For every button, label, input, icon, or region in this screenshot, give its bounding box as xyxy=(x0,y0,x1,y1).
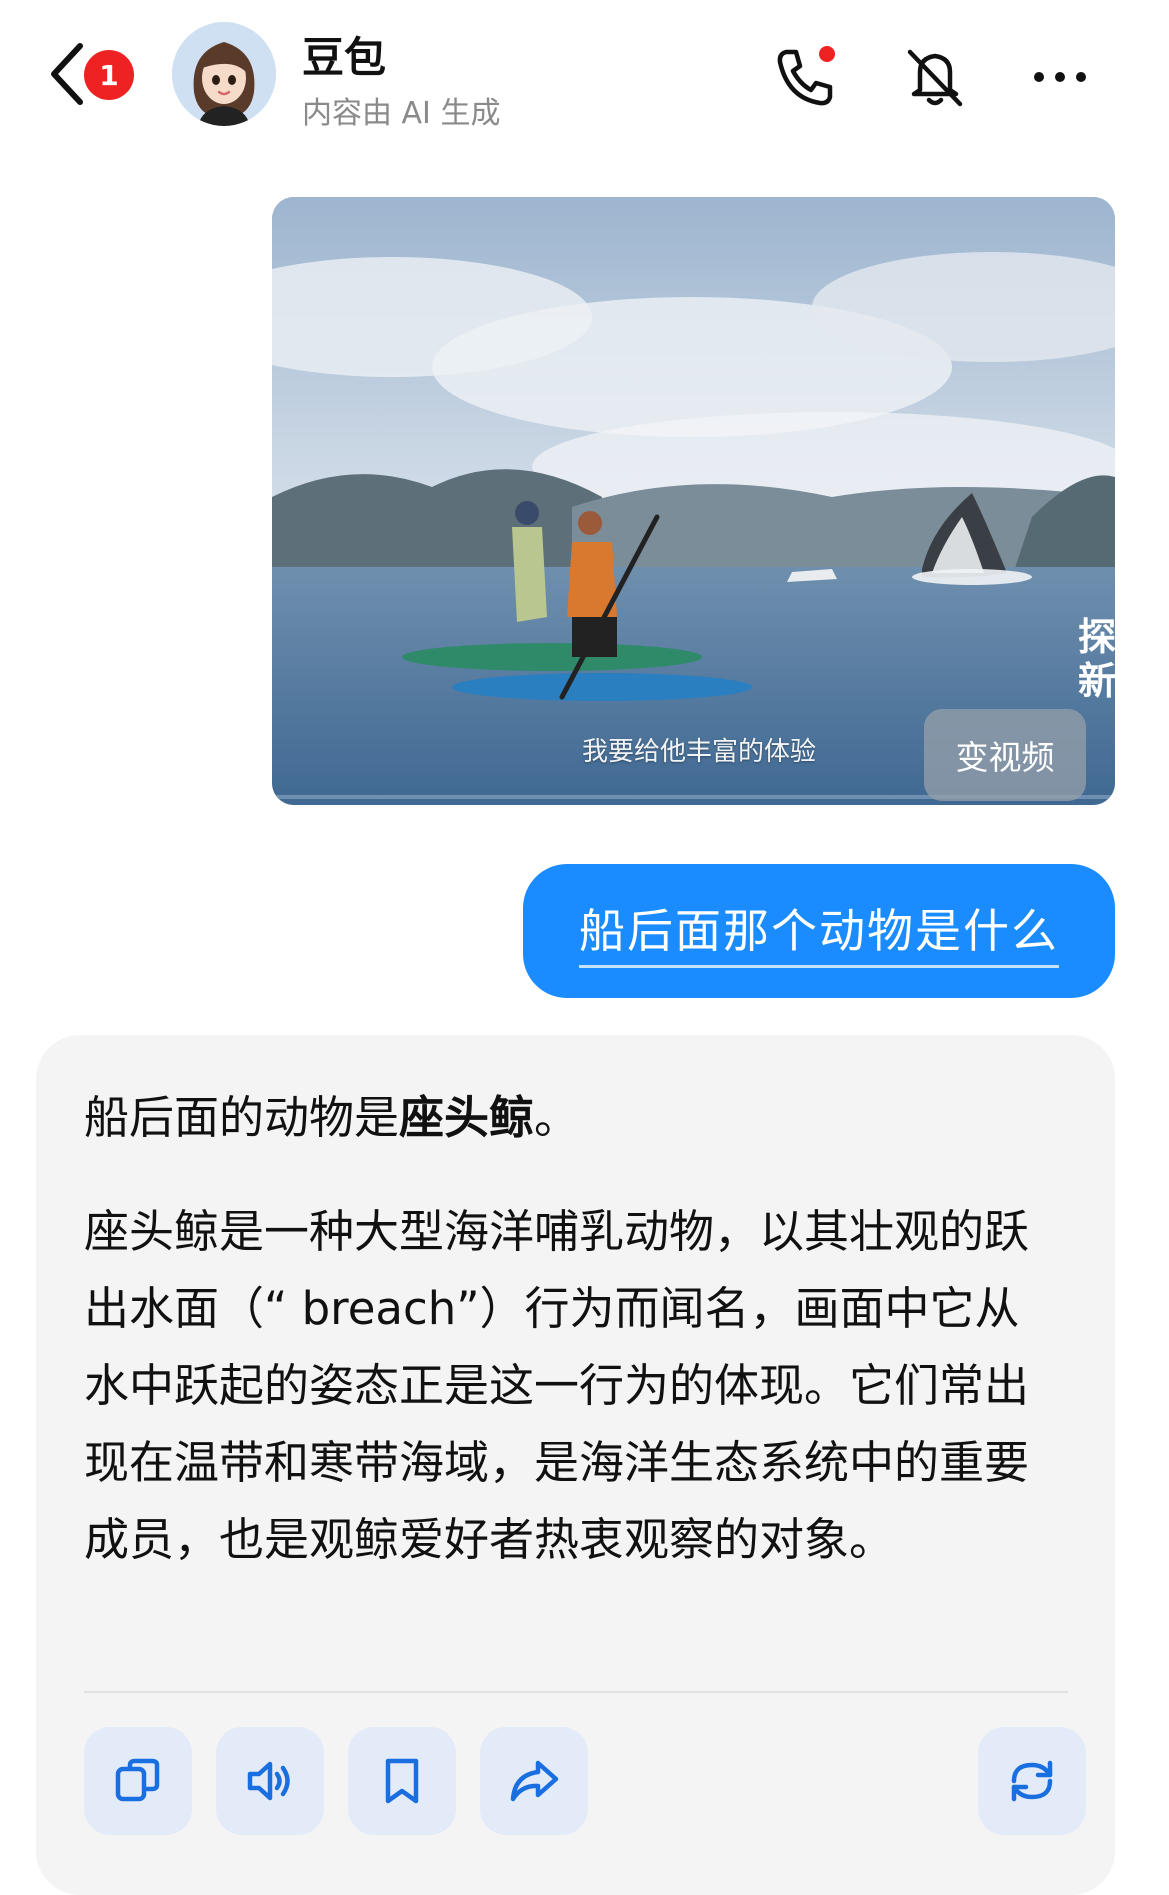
bell-off-icon xyxy=(907,49,963,107)
ai-answer-headline: 船后面的动物是座头鲸。 xyxy=(84,1081,579,1146)
share-button[interactable] xyxy=(480,1727,588,1835)
ai-answer-highlight: 座头鲸 xyxy=(399,1091,535,1144)
ai-response-card: 船后面的动物是座头鲸。 座头鲸是一种大型海洋哺乳动物，以其壮观的跃出水面（“ b… xyxy=(36,1035,1115,1895)
chat-header: 1 豆包 内容由 AI 生成 xyxy=(0,0,1169,150)
contact-name: 豆包 xyxy=(302,33,387,82)
regenerate-button[interactable] xyxy=(978,1727,1086,1835)
video-subtitle: 我要给他丰富的体验 xyxy=(582,737,817,767)
ai-answer-suffix: 。 xyxy=(534,1091,580,1144)
divider xyxy=(84,1691,1068,1693)
bookmark-icon xyxy=(385,1758,419,1804)
share-icon xyxy=(510,1760,559,1802)
phone-icon xyxy=(777,46,835,106)
more-button[interactable] xyxy=(1025,42,1095,112)
copy-button[interactable] xyxy=(84,1727,192,1835)
mute-button[interactable] xyxy=(900,42,970,112)
read-aloud-button[interactable] xyxy=(216,1727,324,1835)
more-icon xyxy=(1034,72,1086,82)
ai-answer-prefix: 船后面的动物是 xyxy=(84,1091,400,1144)
avatar[interactable] xyxy=(172,22,276,126)
chevron-left-icon xyxy=(51,43,83,105)
ai-answer-paragraph: 座头鲸是一种大型海洋哺乳动物，以其壮观的跃出水面（“ breach”）行为而闻名… xyxy=(84,1205,1030,1566)
refresh-icon xyxy=(1011,1760,1053,1802)
image-message[interactable]: 探新 我要给他丰富的体验 变视频 xyxy=(272,197,1115,805)
avatar-illustration xyxy=(172,22,276,126)
user-message-text: 船后面那个动物是什么 xyxy=(579,895,1059,968)
bookmark-button[interactable] xyxy=(348,1727,456,1835)
video-watermark: 探新 xyxy=(1078,615,1115,703)
user-message-bubble[interactable]: 船后面那个动物是什么 xyxy=(523,864,1115,998)
back-button[interactable]: 1 xyxy=(48,40,148,110)
unread-badge: 1 xyxy=(84,50,134,100)
convert-to-video-button[interactable]: 变视频 xyxy=(924,709,1086,801)
voice-call-button[interactable] xyxy=(770,42,840,112)
ai-disclaimer: 内容由 AI 生成 xyxy=(302,96,501,131)
speaker-icon xyxy=(247,1761,290,1801)
copy-icon xyxy=(115,1758,160,1802)
